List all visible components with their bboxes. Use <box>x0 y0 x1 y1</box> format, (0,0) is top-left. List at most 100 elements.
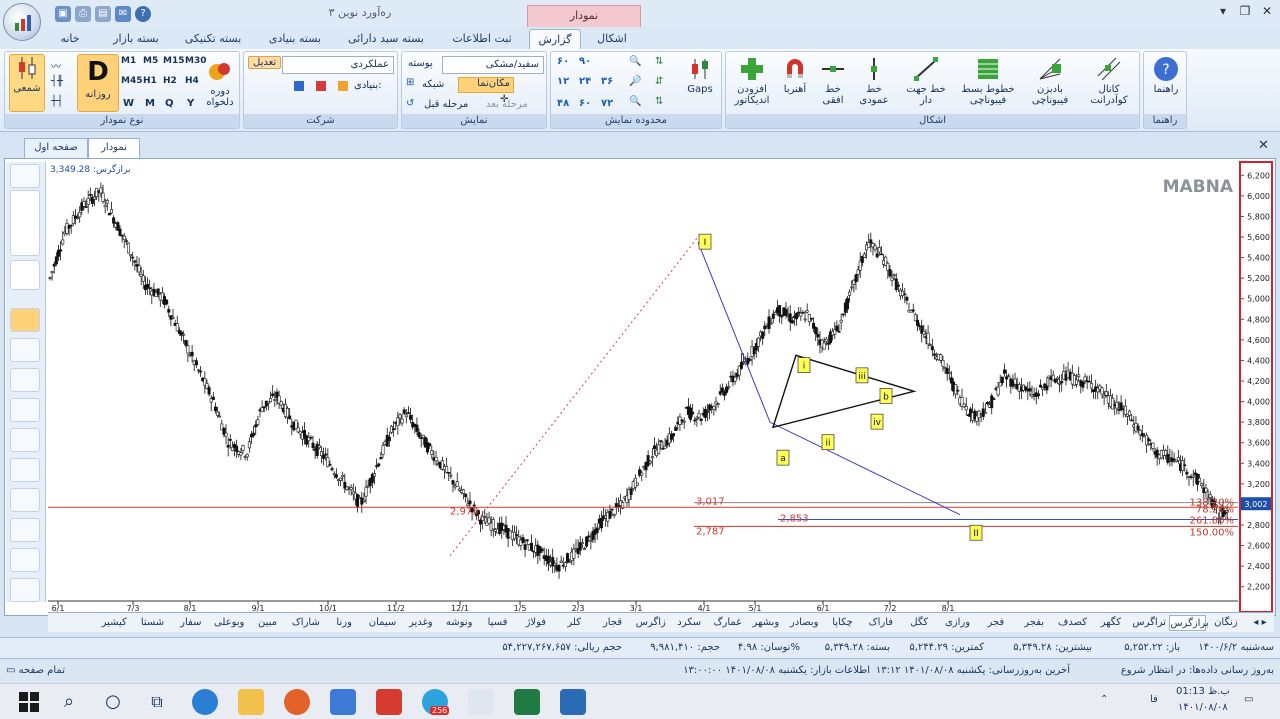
ohlc-chart-icon[interactable]: ┼┤ <box>51 96 63 107</box>
interval-year[interactable]: Y <box>187 98 194 109</box>
symbol-tab[interactable]: سیمان <box>364 615 400 631</box>
symbol-tab[interactable]: فجر <box>978 615 1014 631</box>
symbol-tab[interactable]: شستا <box>134 615 170 631</box>
prev-step-button[interactable]: مرحله قبل <box>424 99 468 110</box>
app-menu-button[interactable] <box>3 3 41 41</box>
search-icon[interactable]: ⌕ <box>56 689 82 715</box>
interval-m5[interactable]: M5 <box>143 56 158 66</box>
symbol-tabs-nav-icon[interactable]: ◂ ▸ <box>1248 615 1272 631</box>
print-icon[interactable]: ⎙ <box>75 6 91 22</box>
symbol-tab[interactable]: زنگان <box>1208 615 1244 631</box>
firefox-icon[interactable] <box>284 689 310 715</box>
interval-h2[interactable]: H2 <box>163 76 177 86</box>
fundamental-red-chip[interactable] <box>316 81 326 91</box>
color-tool-icon[interactable] <box>10 458 40 482</box>
preview-icon[interactable]: ▤ <box>95 6 111 22</box>
export-tool-icon[interactable] <box>10 548 40 572</box>
fullscreen-toggle[interactable]: ▭ تمام صفحه <box>6 665 65 676</box>
symbol-tab[interactable]: کصدف <box>1054 615 1090 631</box>
symbol-tab[interactable]: فسپا <box>479 615 515 631</box>
interval-m1[interactable]: M1 <box>121 56 136 66</box>
tray-chevron-icon[interactable]: ⌃ <box>1100 694 1108 705</box>
range-72[interactable]: ۷۲ <box>601 98 613 109</box>
interval-h1[interactable]: H1 <box>143 76 157 86</box>
symbol-tab[interactable]: کیشیر <box>96 615 132 631</box>
cursor-button[interactable]: مکان‌نما <box>458 77 514 93</box>
symbol-tab[interactable]: وبوعلی <box>211 615 247 631</box>
close-window-button[interactable]: ✕ <box>1256 4 1278 20</box>
trendline-button[interactable]: خط جهت دار <box>900 56 952 106</box>
rahavard-taskbar-icon[interactable] <box>468 689 494 715</box>
text-tool-icon[interactable] <box>10 338 40 362</box>
copy-tool-icon[interactable] <box>10 428 40 452</box>
scroll-down-icon[interactable]: ⇅ <box>655 96 663 107</box>
restore-button[interactable]: ❐ <box>1234 4 1256 20</box>
next-step-button[interactable]: مرحله بعد <box>486 99 528 110</box>
heart-tool-icon[interactable] <box>10 518 40 542</box>
help-icon[interactable]: ? <box>135 6 151 22</box>
horizontal-line-button[interactable]: خط افقی <box>816 56 850 106</box>
pointer-tool-icon[interactable] <box>10 308 40 332</box>
interval-month[interactable]: M <box>145 98 155 109</box>
symbol-tab[interactable]: زاگرس <box>633 615 669 631</box>
explorer-icon[interactable] <box>238 689 264 715</box>
interval-m15[interactable]: M15 <box>163 56 184 66</box>
language-indicator[interactable]: فا <box>1150 694 1158 705</box>
company-type-select[interactable]: عملکردی <box>282 56 394 74</box>
move-tool-icon[interactable] <box>10 368 40 392</box>
interval-m45[interactable]: M45 <box>121 76 142 86</box>
tab-chart[interactable]: نمودار <box>88 138 140 158</box>
edge-icon[interactable] <box>192 689 218 715</box>
fib-extension-button[interactable]: خطوط بسط فیبوناچی <box>958 56 1018 106</box>
tab-data-entry[interactable]: ثبت اطلاعات <box>436 29 528 49</box>
interval-week[interactable]: W <box>123 98 134 109</box>
custom-period-button[interactable]: دوره دلخواه <box>203 58 237 108</box>
range-90[interactable]: ۹۰ <box>579 56 591 67</box>
tab-market[interactable]: بسته بازار <box>100 29 172 49</box>
scroll-up-icon[interactable]: ⇅ <box>655 56 663 67</box>
range-60-a[interactable]: ۶۰ <box>557 56 569 67</box>
symbol-tab[interactable]: فولاژ <box>518 615 554 631</box>
range-48[interactable]: ۴۸ <box>557 98 569 109</box>
scroll-mid-icon[interactable]: ⇵ <box>655 76 663 87</box>
anydesk-icon[interactable] <box>376 689 402 715</box>
font-tool-icon[interactable] <box>10 488 40 512</box>
tab-shapes[interactable]: اشکال <box>584 29 640 49</box>
symbol-tab[interactable]: بفجر <box>1016 615 1052 631</box>
range-12[interactable]: ۱۲ <box>557 76 569 87</box>
task-view-icon[interactable]: ⧉ <box>144 689 170 715</box>
range-36[interactable]: ۳۶ <box>601 76 613 87</box>
email-icon[interactable]: ✉ <box>115 6 131 22</box>
price-chart[interactable]: 2,2002,4002,6002,8003,0003,2003,4003,600… <box>48 161 1274 613</box>
add-indicator-button[interactable]: افزودن اندیکاتور <box>730 56 774 106</box>
symbol-tab[interactable]: کگهر <box>1093 615 1129 631</box>
start-button[interactable] <box>16 689 42 715</box>
quadrant-channel-button[interactable]: کانال کوآدرانت <box>1082 56 1136 106</box>
gaps-button[interactable]: Gaps <box>681 56 719 95</box>
save-icon[interactable]: ▣ <box>55 6 71 22</box>
tab-fundamental[interactable]: بسته بنیادی <box>254 29 336 49</box>
excel-icon[interactable] <box>514 689 540 715</box>
symbol-tab[interactable]: تراگرس <box>1131 615 1167 631</box>
symbol-tab[interactable]: مبین <box>249 615 285 631</box>
symbol-tab[interactable]: سفار <box>173 615 209 631</box>
zoom-fit-icon[interactable]: 🔍 <box>629 96 641 107</box>
notification-icon[interactable]: ▭ <box>1244 694 1253 705</box>
theme-select[interactable]: سفید/مشکی <box>442 56 544 74</box>
interval-h4[interactable]: H4 <box>185 76 199 86</box>
symbol-tab[interactable]: ونوشه <box>441 615 477 631</box>
tool-list[interactable] <box>10 260 40 290</box>
bar-chart-icon[interactable]: ┤╫ <box>51 76 63 87</box>
zoom-slider[interactable] <box>10 190 40 256</box>
symbol-tab[interactable]: ورنا <box>326 615 362 631</box>
close-chart-icon[interactable]: ✕ <box>1258 138 1269 153</box>
telegram-icon[interactable]: 256 <box>422 689 450 715</box>
symbol-tab[interactable]: چکاپا <box>824 615 860 631</box>
vertical-line-button[interactable]: خط عمودی <box>854 56 894 106</box>
settings-tool-icon[interactable] <box>10 578 40 602</box>
interval-quarter[interactable]: Q <box>165 98 174 109</box>
zoom-in-icon[interactable]: 🔍 <box>629 56 641 67</box>
symbol-tab[interactable]: سکرد <box>671 615 707 631</box>
help-button[interactable]: ? راهنما <box>1146 56 1186 95</box>
zoom-out-icon[interactable]: 🔎 <box>629 76 641 87</box>
